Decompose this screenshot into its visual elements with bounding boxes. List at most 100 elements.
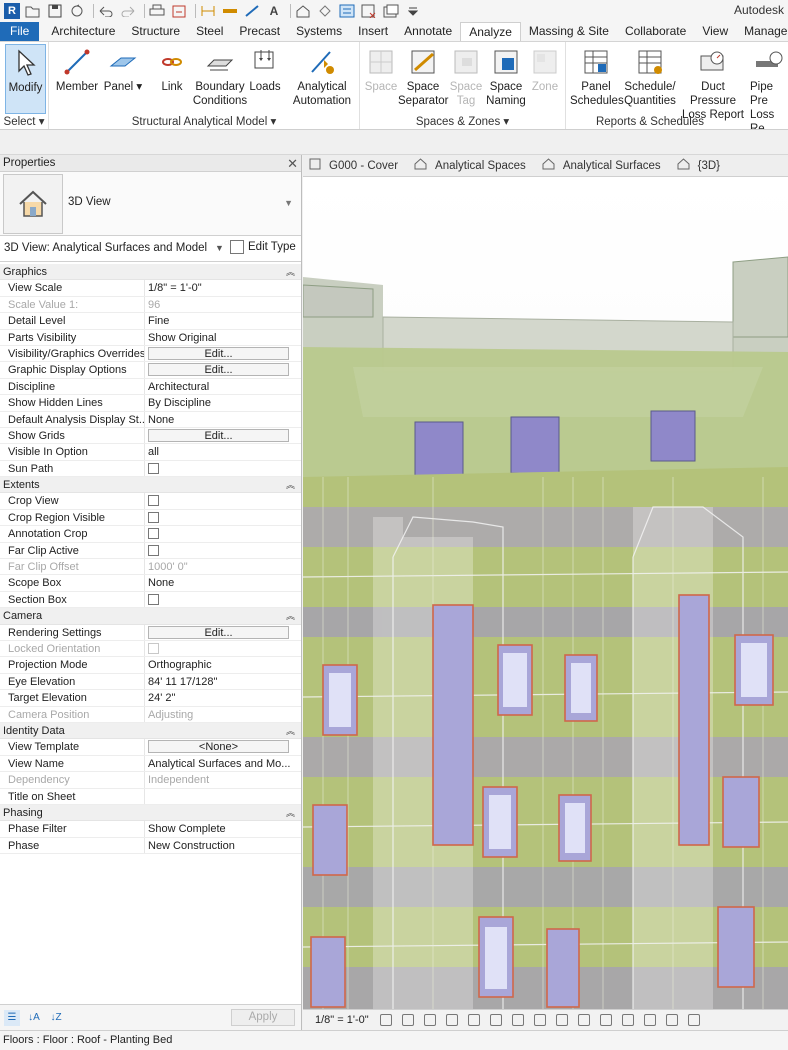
type-selector[interactable]: 3D View ▼ xyxy=(0,172,301,236)
tab-massing-site[interactable]: Massing & Site xyxy=(521,22,617,41)
shadows-icon[interactable] xyxy=(445,1014,458,1026)
panel-button[interactable]: Panel ▾ xyxy=(103,44,143,94)
group-camera[interactable]: Camera ︽ xyxy=(0,608,301,625)
view-tab[interactable]: G000 - Cover xyxy=(303,155,408,176)
sort-descending-icon[interactable]: ↓Z xyxy=(48,1010,64,1026)
property-value[interactable]: Show Complete xyxy=(145,821,301,836)
space-separator-button[interactable]: Space Separator xyxy=(398,44,449,108)
edit-type-button[interactable]: Edit Type xyxy=(230,240,296,254)
crop-region-icon[interactable] xyxy=(511,1014,524,1026)
thin-lines-icon[interactable] xyxy=(338,3,356,19)
analytical-automation-button[interactable]: Analytical Automation xyxy=(289,44,355,108)
print-icon[interactable] xyxy=(148,3,166,19)
property-value[interactable]: Fine xyxy=(145,313,301,328)
close-hidden-icon[interactable] xyxy=(360,3,378,19)
property-value[interactable]: None xyxy=(145,575,301,590)
edit-button[interactable]: Edit... xyxy=(148,363,289,377)
collapse-icon[interactable]: ︽ xyxy=(286,477,295,493)
collapse-icon[interactable]: ︽ xyxy=(286,805,295,821)
checkbox[interactable] xyxy=(148,544,159,556)
space-naming-button[interactable]: Space Naming xyxy=(484,44,528,108)
spaces-zones-group-label[interactable]: Spaces & Zones ▾ xyxy=(360,114,565,128)
redo-icon[interactable] xyxy=(119,3,137,19)
group-graphics[interactable]: Graphics ︽ xyxy=(0,264,301,281)
sun-path-icon[interactable] xyxy=(423,1014,436,1026)
view-tab[interactable]: Analytical Spaces xyxy=(408,155,536,176)
tab-manage[interactable]: Manage xyxy=(736,22,788,41)
select-group-label[interactable]: Select ▾ xyxy=(0,114,48,128)
sort-ascending-icon[interactable]: ↓A xyxy=(26,1010,42,1026)
checkbox[interactable] xyxy=(148,495,159,507)
collapse-icon[interactable]: ︽ xyxy=(286,608,295,624)
highlight-displacement-icon[interactable] xyxy=(643,1014,656,1026)
property-value[interactable]: Orthographic xyxy=(145,657,301,672)
group-extents[interactable]: Extents ︽ xyxy=(0,477,301,494)
checkbox[interactable] xyxy=(148,511,159,523)
space-tag-button[interactable]: Space Tag xyxy=(448,44,484,108)
section-icon[interactable] xyxy=(316,3,334,19)
analytical-model-render[interactable] xyxy=(303,177,788,1009)
group-phasing[interactable]: Phasing ︽ xyxy=(0,804,301,822)
visual-style-icon[interactable] xyxy=(401,1014,414,1026)
instance-selector[interactable]: 3D View: Analytical Surfaces and Model xyxy=(4,242,207,254)
pipe-pressure-loss-report-button[interactable]: Pipe Pre Loss Re xyxy=(750,44,788,129)
detail-level-icon[interactable] xyxy=(379,1014,392,1026)
align-icon[interactable] xyxy=(243,3,261,19)
duct-pressure-loss-report-button[interactable]: Duct Pressure Loss Report xyxy=(678,44,748,122)
tab-analyze[interactable]: Analyze xyxy=(460,22,521,41)
tab-collaborate[interactable]: Collaborate xyxy=(617,22,694,41)
property-value[interactable]: New Construction xyxy=(145,838,301,853)
tab-file[interactable]: File xyxy=(0,22,40,41)
tab-steel[interactable]: Steel xyxy=(188,22,231,41)
collapse-icon[interactable] xyxy=(687,1014,700,1026)
tab-annotate[interactable]: Annotate xyxy=(396,22,460,41)
property-value[interactable]: By Discipline xyxy=(145,395,301,410)
text-icon[interactable]: A xyxy=(265,3,283,19)
dimension-icon[interactable] xyxy=(199,3,217,19)
revit-logo[interactable]: R xyxy=(4,3,20,19)
schedule-quantities-button[interactable]: Schedule/Quantities xyxy=(622,44,678,108)
property-value[interactable]: Analytical Surfaces and Mo... xyxy=(145,756,301,771)
property-value[interactable]: Show Original xyxy=(145,330,301,345)
tab-precast[interactable]: Precast xyxy=(231,22,288,41)
reveal-constraints-icon[interactable] xyxy=(665,1014,678,1026)
checkbox[interactable] xyxy=(148,528,159,540)
measure-icon[interactable] xyxy=(170,3,188,19)
zone-button[interactable]: Zone xyxy=(528,44,562,94)
sync-icon[interactable] xyxy=(68,3,86,19)
categorize-icon[interactable]: ☰ xyxy=(4,1010,20,1026)
edit-button[interactable]: Edit... xyxy=(148,346,289,360)
switch-windows-icon[interactable] xyxy=(382,3,400,19)
modify-button[interactable]: Modify xyxy=(5,44,46,114)
3d-view-icon[interactable] xyxy=(294,3,312,19)
worksharing-icon[interactable] xyxy=(599,1014,612,1026)
3d-view-canvas[interactable] xyxy=(303,177,788,1009)
tab-structure[interactable]: Structure xyxy=(123,22,188,41)
tag-icon[interactable] xyxy=(221,3,239,19)
edit-button[interactable]: <None> xyxy=(148,740,289,754)
group-identity-data[interactable]: Identity Data ︽ xyxy=(0,722,301,740)
panel-schedules-button[interactable]: Panel Schedules xyxy=(570,44,624,108)
property-value[interactable]: Architectural xyxy=(145,379,301,394)
member-button[interactable]: Member xyxy=(55,44,99,94)
view-tab[interactable]: {3D} xyxy=(671,155,730,176)
reports-schedules-group-label[interactable]: Reports & Schedules xyxy=(566,116,734,128)
chevron-down-icon[interactable]: ▼ xyxy=(284,198,293,208)
tab-architecture[interactable]: Architecture xyxy=(43,22,123,41)
space-button[interactable]: Space xyxy=(364,44,398,94)
undo-icon[interactable] xyxy=(97,3,115,19)
reveal-hidden-icon[interactable] xyxy=(577,1014,590,1026)
render-icon[interactable] xyxy=(467,1014,480,1026)
boundary-conditions-button[interactable]: Boundary Conditions xyxy=(191,44,249,108)
open-icon[interactable] xyxy=(24,3,42,19)
property-value[interactable]: 84' 11 17/128" xyxy=(145,674,301,689)
structural-analytical-model-group-label[interactable]: Structural Analytical Model ▾ xyxy=(49,114,359,128)
unlocked-view-icon[interactable] xyxy=(533,1014,546,1026)
property-value[interactable]: all xyxy=(145,444,301,459)
temp-hide-icon[interactable] xyxy=(555,1014,568,1026)
tab-systems[interactable]: Systems xyxy=(288,22,350,41)
edit-button[interactable]: Edit... xyxy=(148,428,289,442)
apply-button[interactable]: Apply xyxy=(231,1009,295,1026)
property-value[interactable] xyxy=(145,789,301,804)
checkbox[interactable] xyxy=(148,593,159,605)
